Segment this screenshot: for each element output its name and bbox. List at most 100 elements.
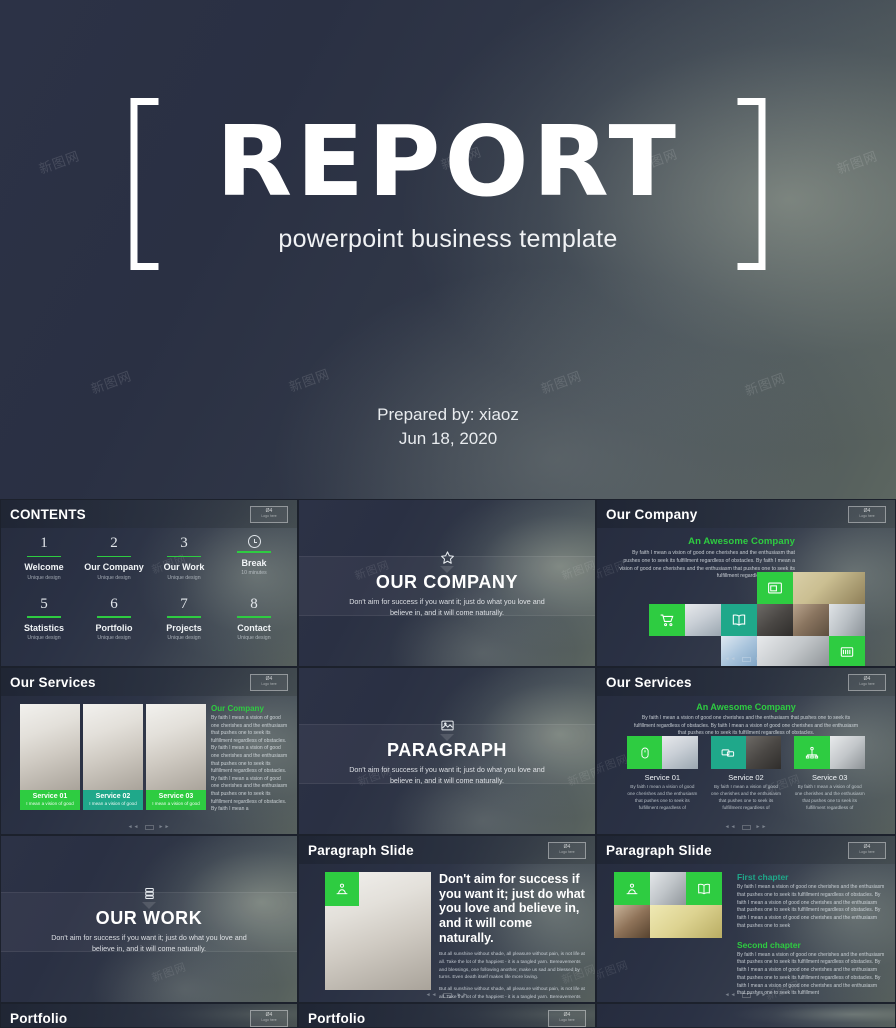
slide-header: Paragraph Slide Ø4 Logo here [597, 836, 895, 864]
slide-thumb-contents[interactable]: 新图网 CONTENTS Ø4 Logo here 1 Welcome Uniq… [0, 499, 298, 667]
mosaic-photo-pen [685, 604, 721, 636]
logo-caption: Logo here [261, 682, 277, 687]
slide-header: Our Services Ø4 Logo here [597, 668, 895, 696]
logo-caption: Logo here [859, 514, 875, 519]
page-subtitle: powerpoint business template [278, 225, 618, 254]
logo-placeholder: Ø4 Logo here [250, 505, 288, 523]
logo-caption: Logo here [859, 682, 875, 687]
paragraph-heading: Don't aim for success if you want it; ju… [439, 872, 585, 945]
contents-number: 5 [40, 595, 48, 612]
slide-subtitle: Don't aim for success if you want it; ju… [51, 933, 247, 954]
page-title: REPORT [215, 104, 681, 218]
service-side-text: Our Company By faith I mean a vision of … [211, 704, 289, 814]
slide-thumb-paragraph-chapters[interactable]: 新图网 新图网 Paragraph Slide Ø4 Logo here [596, 835, 896, 1003]
contents-desc: Unique design [97, 574, 131, 581]
contents-item-welcome[interactable]: 1 Welcome Unique design [9, 534, 79, 581]
contents-item-portfolio[interactable]: 6 Portfolio Unique design [79, 595, 149, 642]
contents-desc: Unique design [27, 635, 61, 642]
slide-thumb-our-company-divider[interactable]: 新图网 新图网 OUR COMPANY Don't aim for succes… [298, 499, 596, 667]
slide-title: Paragraph Slide [606, 842, 712, 858]
services-intro: An Awesome Company By faith I mean a vis… [631, 702, 861, 738]
service-card[interactable]: Service 02 I mean a vision of good [83, 704, 143, 810]
accent-rule [97, 555, 131, 558]
service-label-block: Service 03 I mean a vision of good [146, 790, 206, 810]
slide-thumb-portfolio-left[interactable]: Portfolio Ø4 Logo here [0, 1003, 298, 1028]
mosaic-tile-person-desk-icon[interactable] [614, 872, 650, 905]
logo-placeholder: Ø4 Logo here [848, 841, 886, 859]
title-bracket-group: REPORT powerpoint business template [130, 98, 766, 270]
star-icon [438, 548, 456, 566]
slide-thumb-portfolio-right[interactable]: Portfolio Ø4 Logo here [298, 1003, 596, 1028]
logo-placeholder: Ø4 Logo here [548, 841, 586, 859]
chapter-paragraph: By faith I mean a vision of good one che… [737, 884, 885, 929]
contents-desc: Unique design [97, 635, 131, 642]
paragraph-text: But all sunshine without shade, all plea… [439, 952, 585, 981]
paragraph-body: Don't aim for success if you want it; ju… [439, 872, 585, 1002]
slide-thumb-our-company[interactable]: 新图网 Our Company Ø4 Logo here An Awesome … [596, 499, 896, 667]
next-arrow-icon[interactable]: ►► [457, 992, 469, 998]
mosaic-tile-server-icon[interactable] [829, 636, 865, 666]
service-card-list: Service 01 I mean a vision of good Servi… [20, 704, 206, 810]
logo-caption: Logo here [261, 514, 277, 519]
contents-label: Contact [237, 622, 271, 633]
prev-arrow-icon[interactable]: ◄◄ [725, 992, 737, 998]
next-arrow-icon[interactable]: ►► [756, 656, 768, 662]
contents-item-our-work[interactable]: 3 Our Work Unique design [149, 534, 219, 581]
service-card[interactable]: Service 03 I mean a vision of good [146, 704, 206, 810]
next-arrow-icon[interactable]: ►► [159, 824, 171, 830]
contents-item-contact[interactable]: 8 Contact Unique design [219, 595, 289, 641]
mosaic-tile-cart-icon[interactable] [649, 604, 685, 636]
service-item[interactable]: Service 02 By faith I mean a vision of g… [710, 736, 782, 812]
contents-item-our-company[interactable]: 2 Our Company Unique design [79, 534, 149, 581]
service-tile-pair [627, 736, 698, 769]
slide-pager[interactable]: ◄◄ ►► [299, 992, 595, 998]
section-heading: An Awesome Company [696, 702, 796, 712]
slide-thumb-our-work-divider[interactable]: 新图网 OUR WORK Don't aim for success if yo… [0, 835, 298, 1003]
slide-thumb-our-services-cards[interactable]: 新图网 Our Services Ø4 Logo here Service 01… [0, 667, 298, 835]
service-label-block: Service 02 I mean a vision of good [83, 790, 143, 810]
pager-box [741, 656, 751, 662]
prev-arrow-icon[interactable]: ◄◄ [128, 824, 140, 830]
contents-item-break[interactable]: Break 10 minutes [219, 534, 289, 581]
accent-rule [237, 616, 271, 618]
prev-arrow-icon[interactable]: ◄◄ [426, 992, 438, 998]
service-icon-list: Service 01 By faith I mean a vision of g… [627, 736, 866, 812]
service-card[interactable]: Service 01 I mean a vision of good [20, 704, 80, 810]
mosaic-photo-keyboard [829, 604, 865, 636]
contents-number: 3 [180, 535, 188, 551]
service-title: Service 01 [32, 793, 68, 800]
mosaic-photo-blueprint [721, 636, 757, 666]
service-title: Service 02 [728, 773, 764, 782]
contents-desc: Unique design [167, 574, 201, 581]
prev-arrow-icon[interactable]: ◄◄ [725, 656, 737, 662]
slide-header: Portfolio Ø4 Logo here [1, 1004, 297, 1027]
slide-pager[interactable]: ◄◄ ►► [597, 824, 895, 830]
image-icon [438, 716, 456, 734]
service-title: Service 02 [95, 793, 131, 800]
mosaic-tile-book-icon[interactable] [686, 872, 722, 905]
prev-arrow-icon[interactable]: ◄◄ [725, 824, 737, 830]
service-item[interactable]: Service 01 By faith I mean a vision of g… [627, 736, 698, 812]
slide-pager[interactable]: ◄◄ ►► [1, 824, 297, 830]
service-item[interactable]: Service 03 By faith I mean a vision of g… [794, 736, 866, 812]
slide-pager[interactable]: ◄◄ ►► [597, 992, 895, 998]
mosaic-tile-window-icon[interactable] [757, 572, 793, 604]
chapter-text: First chapter By faith I mean a vision o… [737, 872, 885, 998]
slide-thumb-paragraph-quote[interactable]: 新图网 Paragraph Slide Ø4 Logo here Don't a… [298, 835, 596, 1003]
contents-item-statistics[interactable]: 5 Statistics Unique design [9, 595, 79, 642]
slide-pager[interactable]: ◄◄ ►► [597, 656, 895, 662]
logo-placeholder: Ø4 Logo here [250, 673, 288, 691]
next-arrow-icon[interactable]: ►► [756, 824, 768, 830]
slide-title: OUR COMPANY [375, 572, 519, 592]
logo-caption: Logo here [859, 850, 875, 855]
contents-item-projects[interactable]: 7 Projects Unique design [149, 595, 219, 642]
logo-placeholder: Ø4 Logo here [548, 1009, 586, 1027]
pager-box [144, 824, 154, 830]
slide-thumb-our-services-icons[interactable]: 新图网 新图网 Our Services Ø4 Logo here An Awe… [596, 667, 896, 835]
contents-desc: Unique design [167, 635, 201, 642]
service-tile-pair [710, 736, 782, 769]
mosaic-tile-book-icon[interactable] [721, 604, 757, 636]
slide-thumb-paragraph-divider[interactable]: 新图网 新图网 PARAGRAPH Don't aim for success … [298, 667, 596, 835]
next-arrow-icon[interactable]: ►► [756, 992, 768, 998]
chat-icon [710, 736, 747, 769]
